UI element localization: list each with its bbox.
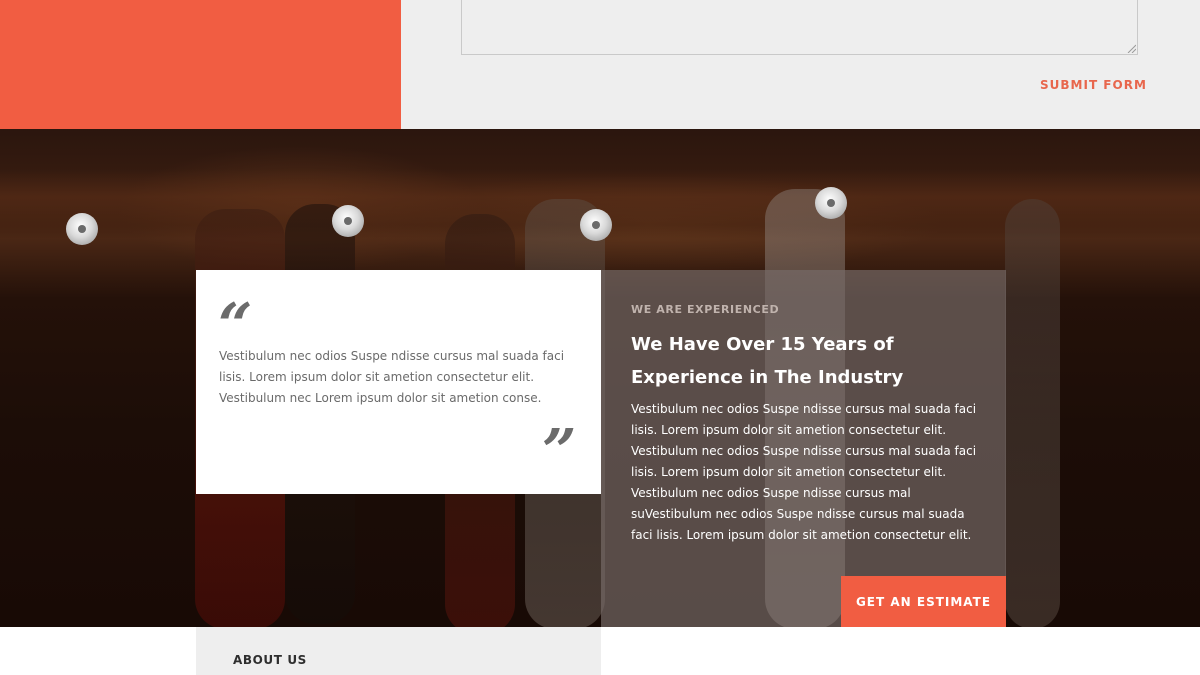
- background-screw: [580, 209, 612, 241]
- get-estimate-button[interactable]: GET AN ESTIMATE: [841, 576, 1006, 627]
- quote-close-icon: ”: [542, 417, 576, 487]
- about-us-label: ABOUT US: [233, 653, 307, 667]
- background-screw: [815, 187, 847, 219]
- orange-accent-panel: [0, 0, 401, 129]
- experience-panel: WE ARE EXPERIENCED We Have Over 15 Years…: [601, 270, 1006, 627]
- about-us-tab[interactable]: ABOUT US: [196, 627, 601, 675]
- background-screw: [66, 213, 98, 245]
- submit-form-button[interactable]: SUBMIT FORM: [1040, 78, 1147, 92]
- resize-grip-icon[interactable]: [1126, 43, 1136, 53]
- background-tool: [1005, 199, 1060, 627]
- contact-form-section: SUBMIT FORM: [0, 0, 1200, 129]
- experience-body: Vestibulum nec odios Suspe ndisse cursus…: [631, 402, 977, 542]
- testimonial-text: Vestibulum nec odios Suspe ndisse cursus…: [219, 349, 565, 405]
- testimonial-card: “ Vestibulum nec odios Suspe ndisse curs…: [196, 270, 601, 494]
- background-screw: [332, 205, 364, 237]
- message-textarea[interactable]: [461, 0, 1138, 55]
- experience-heading: We Have Over 15 Years of Experience in T…: [631, 334, 904, 388]
- experience-eyebrow: WE ARE EXPERIENCED: [631, 303, 780, 316]
